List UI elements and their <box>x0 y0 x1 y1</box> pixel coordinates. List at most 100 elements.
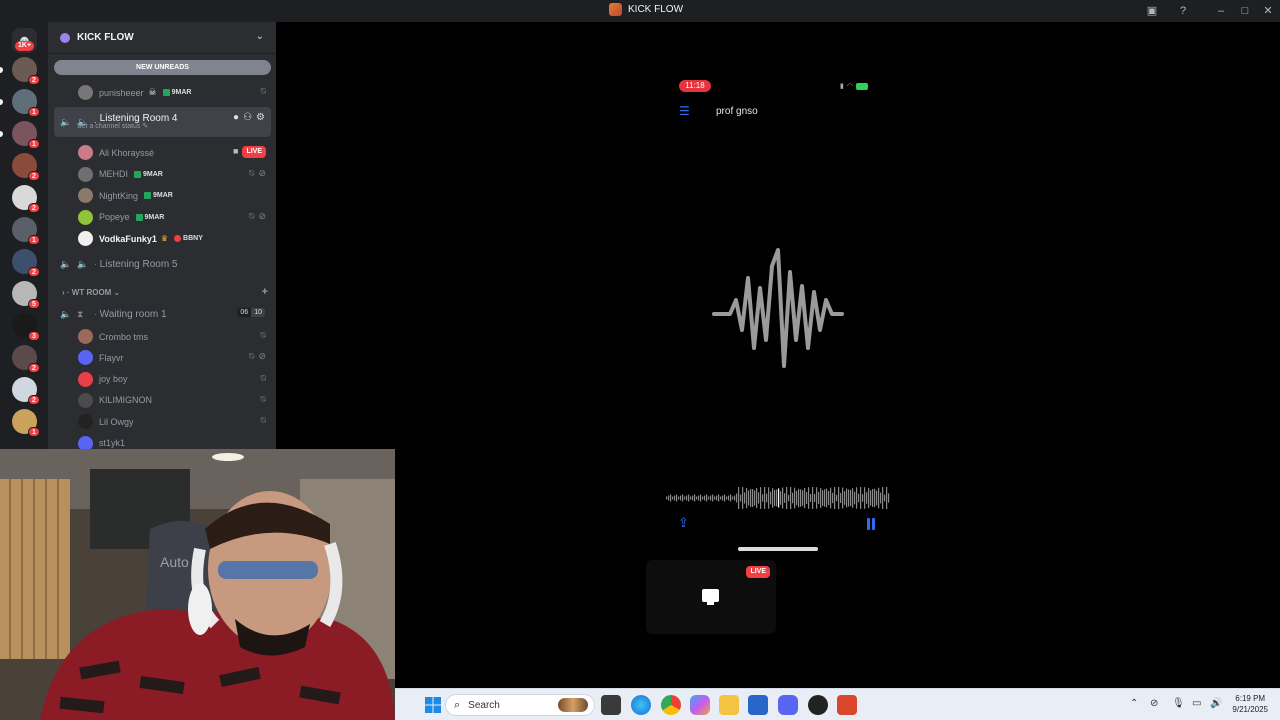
channel-sidebar: KICK FLOW ⌄ NEW UNREADS punisheeer ☠ 9MA… <box>48 22 276 450</box>
microphone-icon[interactable]: 🎙 <box>1172 698 1185 709</box>
pause-icon[interactable] <box>867 518 877 530</box>
voice-member[interactable]: Flayvr ⍉ ⊘ <box>48 347 276 368</box>
voice-member[interactable]: VodkaFunky1 ♛ BBNY <box>48 228 276 249</box>
voice-member[interactable]: NightKing 9MAR <box>48 185 276 206</box>
voice-member-punisheeer[interactable]: punisheeer ☠ 9MAR ⍉ <box>48 82 276 103</box>
voice-member[interactable]: KILIMIGNON ⍉ <box>48 390 276 411</box>
server-icon[interactable]: 2 <box>12 377 40 405</box>
file-explorer-icon[interactable] <box>719 695 739 715</box>
waveform-bar <box>728 495 730 501</box>
server-unread-badge: 2 <box>28 203 40 213</box>
waveform-bar <box>810 494 812 502</box>
close-icon[interactable]: ✕ <box>1261 4 1275 18</box>
server-icon[interactable]: 2 <box>12 249 40 277</box>
waveform-bar <box>712 494 714 502</box>
chrome-icon[interactable] <box>661 695 681 715</box>
search-placeholder: Search <box>468 699 500 711</box>
app-icon[interactable] <box>808 695 828 715</box>
add-channel-icon[interactable]: + <box>262 286 268 298</box>
chevron-down-icon[interactable]: ⌄ <box>256 31 264 42</box>
waveform-bar <box>694 494 696 502</box>
avatar <box>78 166 93 182</box>
voice-member[interactable]: Ali Khorayssé ■ LIVE <box>48 142 276 163</box>
waveform-bar <box>758 492 760 504</box>
waveform-bar <box>756 487 758 509</box>
speaker-icon: 🔈 <box>60 258 72 269</box>
voice-member[interactable]: Popeye 9MAR ⍉ ⊘ <box>48 207 276 228</box>
waveform-bar <box>708 496 710 500</box>
waveform-bar <box>776 489 778 507</box>
waveform-bar <box>866 492 868 504</box>
waveform-bar <box>886 487 888 509</box>
store-icon[interactable] <box>748 695 768 715</box>
taskbar-clock[interactable]: 6:19 PM 9/21/2025 <box>1232 693 1268 715</box>
edge-icon[interactable] <box>631 695 651 715</box>
server-icon[interactable]: 2 <box>12 345 40 373</box>
member-name: KILIMIGNON <box>99 395 153 406</box>
minimize-icon[interactable]: – <box>1214 4 1228 18</box>
waveform-bar <box>734 495 736 501</box>
chevron-up-icon[interactable]: ⌃ <box>1130 698 1138 709</box>
waveform-bar <box>858 493 860 503</box>
server-icon[interactable]: 3 <box>12 313 40 341</box>
inbox-icon[interactable]: ▣ <box>1145 4 1159 18</box>
waveform-bar <box>760 487 762 509</box>
skull-icon: ☠ <box>148 87 157 97</box>
waveform-bar <box>784 493 786 503</box>
waveform-bar <box>688 494 690 502</box>
server-icon[interactable]: 1 <box>12 89 40 117</box>
server-icon[interactable]: 2 <box>12 153 40 181</box>
waveform-bar <box>710 495 712 501</box>
muted-mic-icon: ⍉ <box>249 351 255 362</box>
server-header[interactable]: KICK FLOW ⌄ <box>48 22 276 54</box>
hourglass-icon: ⧗ <box>77 308 84 319</box>
display-icon[interactable]: ▭ <box>1192 698 1201 709</box>
waveform-bar <box>736 493 738 503</box>
server-icon[interactable]: 2 <box>12 57 40 85</box>
category-wt-room[interactable]: › · WT ROOM ⌄ + <box>62 286 272 298</box>
voice-member[interactable]: MEHDI 9MAR ⍉ ⊘ <box>48 164 276 185</box>
waveform-bar <box>678 496 680 500</box>
server-icon[interactable]: 5 <box>12 281 40 309</box>
voice-channel-listening-room-4[interactable]: 🔈 🔈 · Listening Room 4 Set a channel sta… <box>54 107 271 137</box>
clock-time: 6:19 PM <box>1235 694 1266 703</box>
stream-tile[interactable]: LIVE <box>646 560 776 634</box>
new-unreads-banner[interactable]: NEW UNREADS <box>54 60 271 75</box>
server-icon[interactable]: 1 <box>12 121 40 149</box>
help-icon[interactable]: ? <box>1176 4 1190 18</box>
voice-member[interactable]: Lil Owgy ⍉ <box>48 411 276 432</box>
active-app-icon[interactable] <box>837 695 857 715</box>
waveform-bar <box>840 493 842 503</box>
voice-member[interactable]: Crombo tms ⍉ <box>48 326 276 347</box>
discord-icon[interactable] <box>778 695 798 715</box>
list-icon[interactable]: ☰ <box>679 105 693 117</box>
copilot-icon[interactable] <box>690 695 710 715</box>
server-icon[interactable]: 1 <box>12 409 40 437</box>
waveform-bar <box>716 495 718 501</box>
chat-icon[interactable]: ● <box>233 112 239 123</box>
invite-icon[interactable]: ⚇ <box>243 112 252 123</box>
deafened-icon: ⊘ <box>258 351 266 362</box>
waveform-bar <box>724 494 726 502</box>
voice-channel-listening-room-5[interactable]: 🔈 🔈 · Listening Room 5 <box>54 252 271 276</box>
volume-icon[interactable]: 🔊 <box>1210 698 1222 709</box>
member-name: NightKing <box>99 190 139 201</box>
voice-channel-waiting-room-1[interactable]: 🔈 ⧗ · Waiting room 1 06 10 <box>54 302 271 326</box>
share-icon[interactable]: ⇪ <box>678 515 689 531</box>
task-view-icon[interactable] <box>601 695 621 715</box>
taskbar-search[interactable]: ⌕ Search <box>445 694 595 716</box>
clock-date: 9/21/2025 <box>1232 705 1268 714</box>
start-button[interactable] <box>423 695 443 715</box>
maximize-icon[interactable]: □ <box>1238 4 1252 18</box>
voice-member[interactable]: st1yk1 <box>48 433 276 450</box>
channel-status[interactable]: Set a channel status ✎ <box>77 122 148 130</box>
gear-icon[interactable]: ⚙ <box>256 112 265 123</box>
waveform-bar <box>856 487 858 509</box>
server-unread-badge: 1 <box>28 107 40 117</box>
server-icon[interactable]: 2 <box>12 185 40 213</box>
recording-waveform[interactable] <box>666 486 890 510</box>
muted-mic-icon: ⍉ <box>260 330 266 340</box>
voice-member[interactable]: joy boy ⍉ <box>48 369 276 390</box>
network-icon[interactable]: ⊘ <box>1150 698 1158 709</box>
server-icon[interactable]: 1 <box>12 217 40 245</box>
